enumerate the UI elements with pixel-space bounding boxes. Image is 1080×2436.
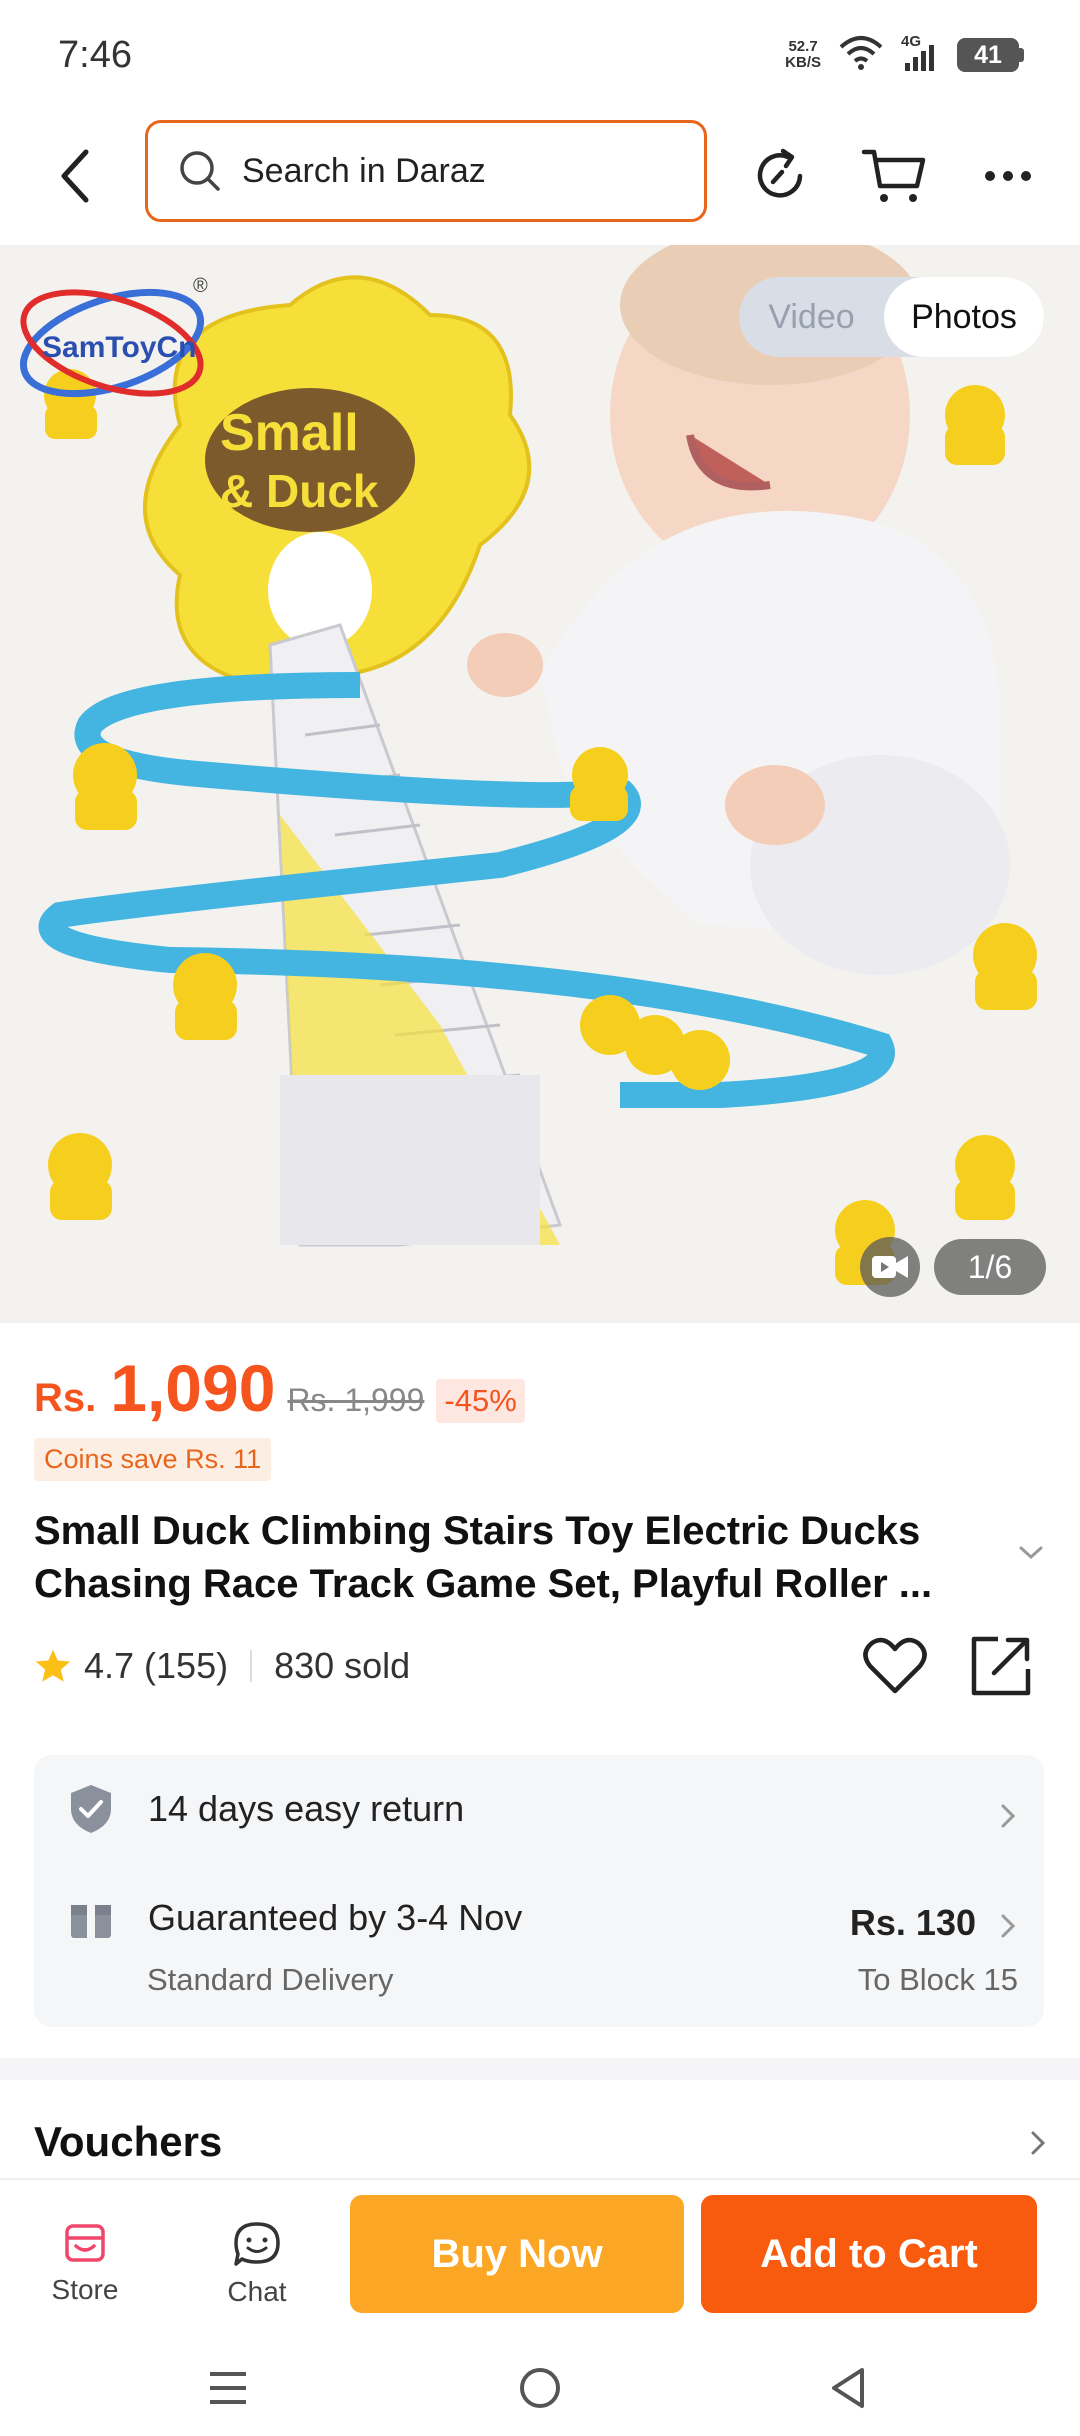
status-icons: 52.7 KB/S 4G 41 [785,33,1024,76]
network-speed: 52.7 KB/S [785,39,821,71]
tab-video[interactable]: Video [739,277,884,357]
chevron-right-icon [1001,1804,1016,1828]
return-policy-text: 14 days easy return [148,1788,465,1829]
product-title[interactable]: Small Duck Climbing Stairs Toy Electric … [34,1505,1014,1611]
share-icon [971,1636,1031,1696]
rating-value: 4.7 [84,1645,135,1686]
refresh-share-icon [757,148,803,198]
media-toggle: Video Photos [739,277,1044,357]
delivery-row[interactable]: Guaranteed by 3-4 Nov [68,1895,522,1941]
delivery-guarantee: Guaranteed by 3-4 Nov [148,1897,523,1938]
chat-label: Chat [227,2276,287,2307]
product-image-gallery[interactable]: Small & Duck SamToyCn ® Video Photos 1/6 [0,245,1080,1323]
chat-icon [234,2222,280,2266]
back-icon [61,149,89,203]
store-icon [65,2224,105,2262]
chevron-down-icon [1019,1546,1043,1560]
network-speed-unit: KB/S [785,54,821,71]
recent-apps-button[interactable] [198,2358,258,2418]
add-to-cart-button[interactable]: Add to Cart [701,2195,1037,2313]
system-nav-bar [0,2338,1080,2436]
tab-photos[interactable]: Photos [884,277,1044,357]
price-currency: Rs. [34,1376,97,1420]
discount-badge: -45% [436,1379,525,1423]
image-text-duck: & Duck [220,465,379,517]
heart-icon [863,1637,927,1694]
image-text-small: Small [220,404,359,462]
cart-icon [861,149,926,202]
wishlist-button[interactable] [862,1635,932,1705]
rating-row[interactable]: 4.7 (155) 830 sold [34,1645,410,1687]
video-play-button[interactable] [860,1237,920,1297]
store-label: Store [51,2274,119,2305]
star-icon [35,1649,71,1682]
product-title-line-1: Small Duck Climbing Stairs Toy Electric … [34,1509,921,1553]
status-time: 7:46 [58,33,132,76]
product-title-line-2: Chasing Race Track Game Set, Playful Rol… [34,1562,933,1606]
chat-button[interactable]: Chat [202,2220,312,2308]
buy-now-button[interactable]: Buy Now [350,2195,684,2313]
home-circle-icon [520,2368,560,2408]
battery-icon: 41 [957,38,1024,72]
triangle-back-icon [832,2368,864,2408]
cellular-signal-icon: 4G [901,33,939,73]
divider [250,1650,253,1682]
vouchers-heading[interactable]: Vouchers [34,2118,222,2166]
expand-title-button[interactable] [1018,1545,1044,1566]
video-camera-icon [872,1256,908,1278]
shield-check-icon [71,1785,111,1833]
search-input[interactable]: Search in Daraz [145,120,707,222]
menu-icon [210,2372,246,2404]
review-count: (155) [144,1645,229,1686]
battery-level: 41 [957,38,1019,72]
top-nav: Search in Daraz [0,110,1080,245]
status-bar: 7:46 52.7 KB/S 4G 41 [0,0,1080,110]
coins-badge: Coins save Rs. 11 [34,1438,272,1481]
chevron-right-icon[interactable] [1030,2130,1046,2156]
back-button[interactable] [40,140,112,212]
service-card: 14 days easy return Guaranteed by 3-4 No… [34,1755,1044,2027]
wifi-icon [839,35,883,76]
package-icon [71,1899,111,1938]
home-button[interactable] [510,2358,570,2418]
return-policy-row[interactable]: 14 days easy return [68,1783,464,1835]
chevron-right-icon [1001,1914,1016,1938]
price-row: Rs. 1,090 Rs. 1,999 -45% [34,1350,525,1426]
bottom-action-bar: Store Chat Buy Now Add to Cart [0,2178,1080,2338]
cart-button[interactable] [856,138,932,214]
brand-logo-text: SamToyCn [42,331,196,364]
delivery-location: To Block 15 [857,1962,1018,1997]
sold-count: 830 sold [274,1645,411,1686]
search-icon [180,151,220,191]
more-icon [985,171,1031,181]
svg-text:®: ® [193,275,208,297]
system-back-button[interactable] [818,2358,878,2418]
search-placeholder: Search in Daraz [242,151,486,190]
image-counter: 1/6 [934,1239,1046,1295]
share-button[interactable] [970,1635,1040,1705]
delivery-price: Rs. 130 [849,1902,976,1943]
network-speed-value: 52.7 [788,38,818,55]
section-divider [0,2058,1080,2080]
more-button[interactable] [970,138,1046,214]
product-image: Small & Duck SamToyCn ® [0,245,1080,1323]
delivery-type: Standard Delivery [147,1962,394,1997]
original-price: Rs. 1,999 [287,1382,425,1418]
current-price: 1,090 [110,1351,276,1425]
refresh-button[interactable] [742,138,818,214]
store-button[interactable]: Store [30,2220,140,2306]
